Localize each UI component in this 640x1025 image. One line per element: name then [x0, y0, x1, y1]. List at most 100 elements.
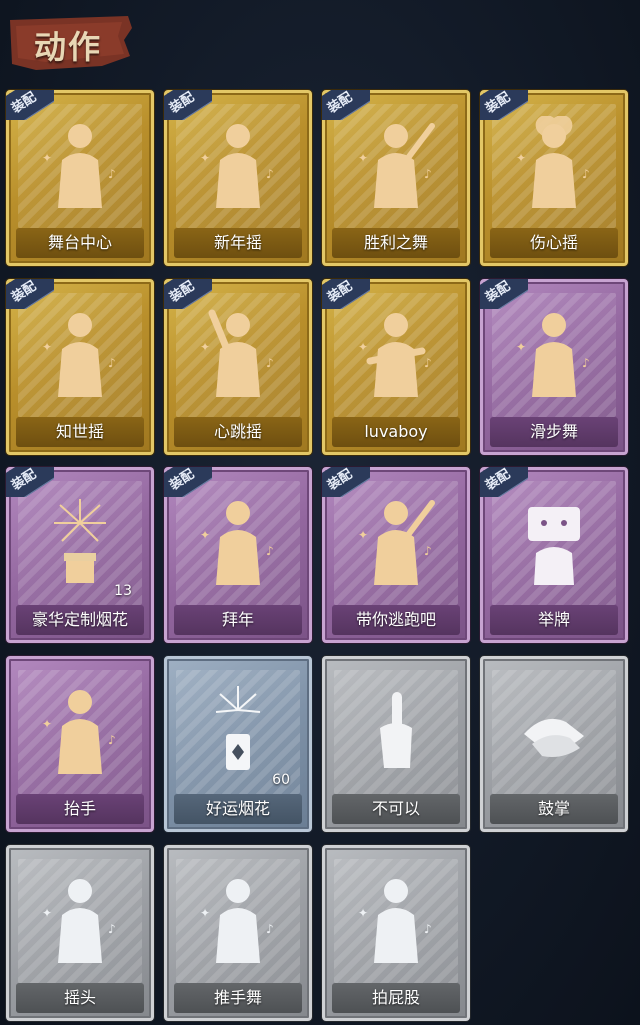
emote-card[interactable]: ✦ ♪ 胜利之舞 装配	[322, 90, 470, 266]
svg-text:✦: ✦	[200, 151, 210, 165]
svg-text:♪: ♪	[424, 356, 432, 370]
emote-card[interactable]: ✦ ♪ 滑步舞 装配	[480, 279, 628, 455]
pose-cross-arms-icon: ✦ ♪	[356, 305, 436, 401]
equipped-badge: 装配	[480, 279, 528, 309]
pose-push-dance-icon: ✦ ♪	[198, 871, 278, 967]
pose-heart-arms-icon: ✦ ♪	[514, 115, 594, 212]
emote-card[interactable]: ✦ ♪ 舞台中心 装配	[6, 90, 154, 266]
fireworks-box-icon	[40, 493, 120, 589]
equipped-badge: 装配	[322, 279, 370, 309]
card-label: 新年摇	[213, 233, 262, 252]
card-label: 舞台中心	[47, 233, 112, 252]
pose-raise-hand-icon: ✦ ♪	[40, 682, 120, 778]
item-count: 60	[272, 772, 290, 788]
card-label: luvaboy	[364, 422, 428, 441]
svg-text:✦: ✦	[42, 906, 52, 920]
emote-card[interactable]: ✦ ♪ 新年摇 装配	[164, 90, 312, 266]
svg-text:♪: ♪	[582, 167, 590, 181]
emote-card[interactable]: ✦ ♪ 伤心摇 装配	[480, 90, 628, 266]
card-label: 推手舞	[213, 988, 262, 1007]
clap-icon	[514, 682, 594, 778]
card-label: 伤心摇	[529, 233, 578, 252]
section-header: 动作	[6, 10, 134, 74]
card-label: 拜年	[221, 610, 254, 629]
svg-text:♪: ♪	[108, 356, 116, 370]
card-label: 豪华定制烟花	[31, 610, 128, 629]
svg-text:✦: ✦	[200, 906, 210, 920]
emote-card[interactable]: ✦ ♪ 摇头	[6, 845, 154, 1021]
card-label: 胜利之舞	[363, 233, 428, 252]
emote-card[interactable]: ✦ ♪ 心跳摇 装配	[164, 279, 312, 455]
pose-spank-icon: ✦ ♪	[356, 871, 436, 967]
svg-text:♪: ♪	[108, 922, 116, 936]
svg-text:♪: ♪	[108, 167, 116, 181]
emote-card[interactable]: ✦ ♪ 推手舞	[164, 845, 312, 1021]
equipped-badge: 装配	[6, 467, 54, 497]
svg-text:♪: ♪	[266, 544, 274, 558]
svg-text:✦: ✦	[358, 528, 368, 542]
card-label: 心跳摇	[213, 422, 262, 441]
pose-victory-dance-icon: ✦ ♪	[356, 116, 436, 212]
svg-text:✦: ✦	[200, 528, 210, 542]
svg-text:✦: ✦	[358, 340, 368, 354]
svg-text:♪: ♪	[266, 922, 274, 936]
svg-text:♪: ♪	[108, 733, 116, 747]
svg-text:♪: ♪	[266, 167, 274, 181]
pose-run-icon: ✦ ♪	[356, 493, 436, 589]
card-label: 拍屁股	[371, 988, 420, 1007]
card-label: 不可以	[371, 799, 420, 818]
pose-hold-sign-icon	[514, 493, 594, 589]
emote-card[interactable]: 不可以	[322, 656, 470, 832]
emote-card[interactable]: ✦ ♪ 抬手	[6, 656, 154, 832]
page-title: 动作	[34, 28, 103, 66]
svg-text:♪: ♪	[582, 356, 590, 370]
emote-card[interactable]: ✦ ♪ 带你逃跑吧 装配	[322, 467, 470, 643]
item-count: 13	[114, 583, 132, 599]
svg-text:✦: ✦	[358, 906, 368, 920]
equipped-badge: 装配	[322, 90, 370, 120]
svg-text:✦: ✦	[516, 151, 526, 165]
card-label: 好运烟花	[205, 799, 270, 818]
emote-card[interactable]: ✦ ♪ 知世摇 装配	[6, 279, 154, 455]
card-label: 抬手	[63, 799, 96, 818]
svg-text:♪: ♪	[424, 167, 432, 181]
svg-text:✦: ✦	[358, 151, 368, 165]
emote-card[interactable]: ✦ ♪ 拜年 装配	[164, 467, 312, 643]
card-label: 举牌	[537, 610, 570, 629]
equipped-badge: 装配	[480, 90, 528, 120]
finger-wag-icon	[356, 682, 436, 778]
emote-card[interactable]: ✦ ♪ 拍屁股	[322, 845, 470, 1021]
card-label: 滑步舞	[529, 422, 578, 441]
equipped-badge: 装配	[6, 279, 54, 309]
svg-text:✦: ✦	[516, 340, 526, 354]
emote-card[interactable]: 豪华定制烟花 13 装配	[6, 467, 154, 643]
svg-text:✦: ✦	[42, 340, 52, 354]
svg-text:✦: ✦	[42, 717, 52, 731]
firecracker-icon	[198, 682, 278, 778]
svg-text:♪: ♪	[424, 922, 432, 936]
svg-text:♪: ♪	[424, 544, 432, 558]
equipped-badge: 装配	[480, 467, 528, 497]
card-label: 鼓掌	[537, 799, 570, 818]
pose-slide-icon: ✦ ♪	[514, 305, 594, 401]
equipped-badge: 装配	[164, 467, 212, 497]
emote-card[interactable]: ✦ ♪ luvaboy 装配	[322, 279, 470, 455]
svg-text:✦: ✦	[42, 151, 52, 165]
svg-text:✦: ✦	[200, 340, 210, 354]
card-label: 带你逃跑吧	[355, 610, 436, 629]
equipped-badge: 装配	[322, 467, 370, 497]
emote-card[interactable]: 举牌 装配	[480, 467, 628, 643]
pose-shake-icon: ✦ ♪	[198, 116, 278, 212]
pose-head-shake-icon: ✦ ♪	[40, 871, 120, 967]
equipped-badge: 装配	[164, 90, 212, 120]
pose-arm-wave-icon: ✦ ♪	[40, 305, 120, 401]
emote-card[interactable]: 鼓掌	[480, 656, 628, 832]
card-label: 知世摇	[55, 422, 104, 441]
pose-hand-raise-icon: ✦ ♪	[198, 305, 278, 401]
emote-card[interactable]: 好运烟花 60	[164, 656, 312, 832]
svg-text:♪: ♪	[266, 356, 274, 370]
pose-greeting-icon: ✦ ♪	[198, 493, 278, 589]
equipped-badge: 装配	[6, 90, 54, 120]
pose-hand-on-chest-icon: ✦ ♪	[40, 116, 120, 212]
card-label: 摇头	[63, 988, 96, 1007]
